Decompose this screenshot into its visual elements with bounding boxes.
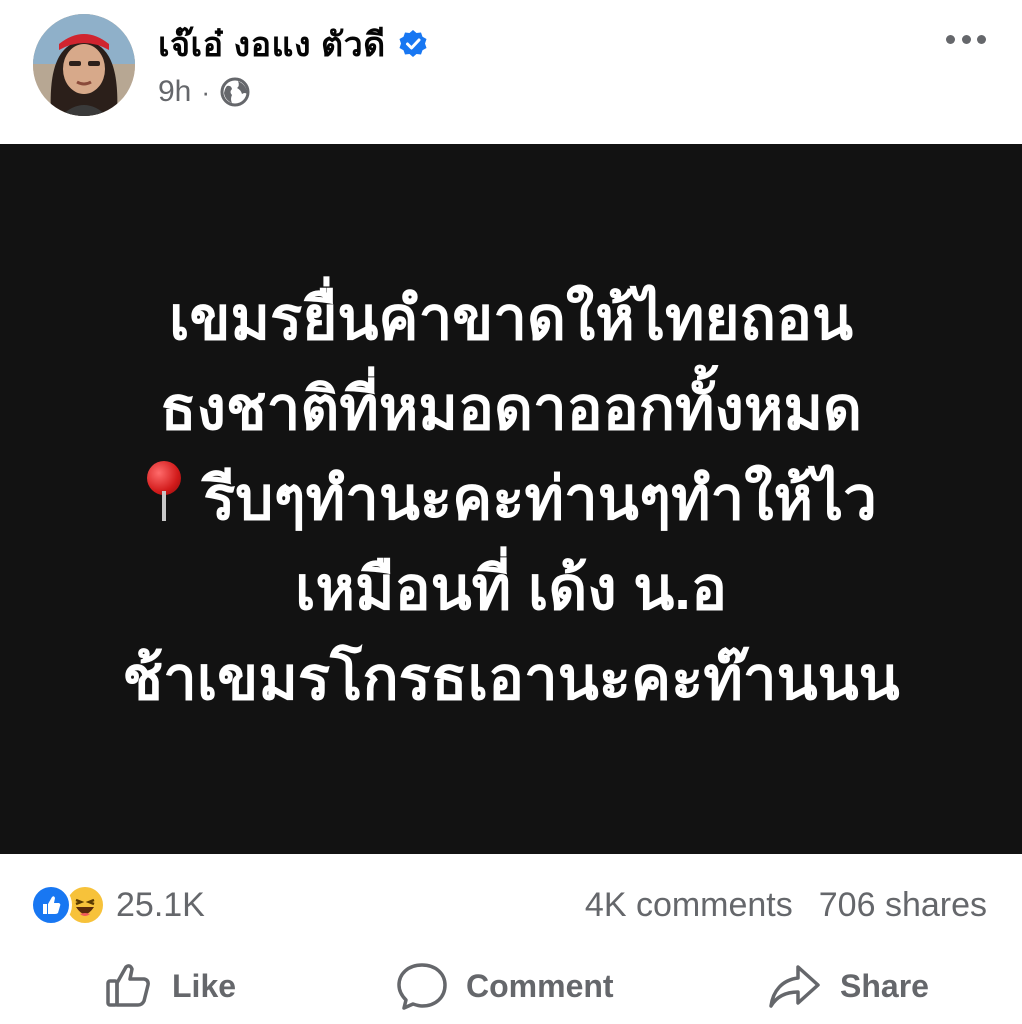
post-stats: 25.1K 4K comments 706 shares <box>0 876 1022 936</box>
like-button[interactable]: Like <box>104 956 236 1016</box>
author-row: เจ๊เอ๋ งอแง ตัวดี <box>158 20 428 68</box>
globe-icon <box>220 77 250 107</box>
like-label: Like <box>172 967 237 1004</box>
reaction-count: 25.1K <box>116 885 205 924</box>
share-label: Share <box>840 967 929 1004</box>
share-button[interactable]: Share <box>768 956 929 1016</box>
post-text-line: เหมือนที่ เด้ง น.อ <box>294 555 728 622</box>
post-content-card[interactable]: เขมรยื่นคำขาดให้ไทยถอน ธงชาติที่หมอดาออก… <box>0 144 1022 854</box>
like-reaction-icon <box>30 884 72 926</box>
post-action-bar: Like Comment Share <box>0 950 1022 1024</box>
avatar[interactable] <box>33 14 135 116</box>
post-text: เขมรยื่นคำขาดให้ไทยถอน ธงชาติที่หมอดาออก… <box>122 274 899 724</box>
post-text-line: ช้าเขมรโกรธเอานะคะท๊านนน <box>122 645 900 712</box>
author-name[interactable]: เจ๊เอ๋ งอแง ตัวดี <box>158 17 386 71</box>
facebook-post: เจ๊เอ๋ งอแง ตัวดี 9h · เขมรยื่นคำขาดให้ไ… <box>0 0 1022 1024</box>
post-text-line-with-pin: รีบๆทำนะคะท่านๆทำให้ไว <box>122 454 899 544</box>
post-meta: 9h · <box>158 72 250 112</box>
post-time[interactable]: 9h <box>158 75 191 109</box>
reactions-summary[interactable]: 25.1K <box>30 884 205 926</box>
share-arrow-icon <box>769 965 820 1008</box>
more-dot <box>961 34 971 44</box>
engagement-counts: 4K comments 706 shares <box>585 886 987 925</box>
more-dot <box>946 34 955 44</box>
post-header: เจ๊เอ๋ งอแง ตัวดี 9h · <box>0 0 1022 144</box>
post-text-line: รีบๆทำนะคะท่านๆทำให้ไว <box>203 465 877 532</box>
comment-button[interactable]: Comment <box>396 956 614 1016</box>
comments-count[interactable]: 4K comments <box>585 886 793 925</box>
red-pushpin-icon <box>145 461 185 523</box>
meta-separator: · <box>201 76 211 107</box>
shares-count[interactable]: 706 shares <box>819 886 987 925</box>
more-dot <box>977 34 986 44</box>
more-options-icon[interactable] <box>946 24 986 54</box>
thumbs-up-icon <box>106 964 150 1007</box>
comment-label: Comment <box>466 967 614 1004</box>
comment-bubble-icon <box>397 963 447 1010</box>
post-text-line: ธงชาติที่หมอดาออกทั้งหมด <box>160 375 862 442</box>
verified-badge-icon <box>398 29 428 59</box>
post-text-line: เขมรยื่นคำขาดให้ไทยถอน <box>168 285 854 352</box>
